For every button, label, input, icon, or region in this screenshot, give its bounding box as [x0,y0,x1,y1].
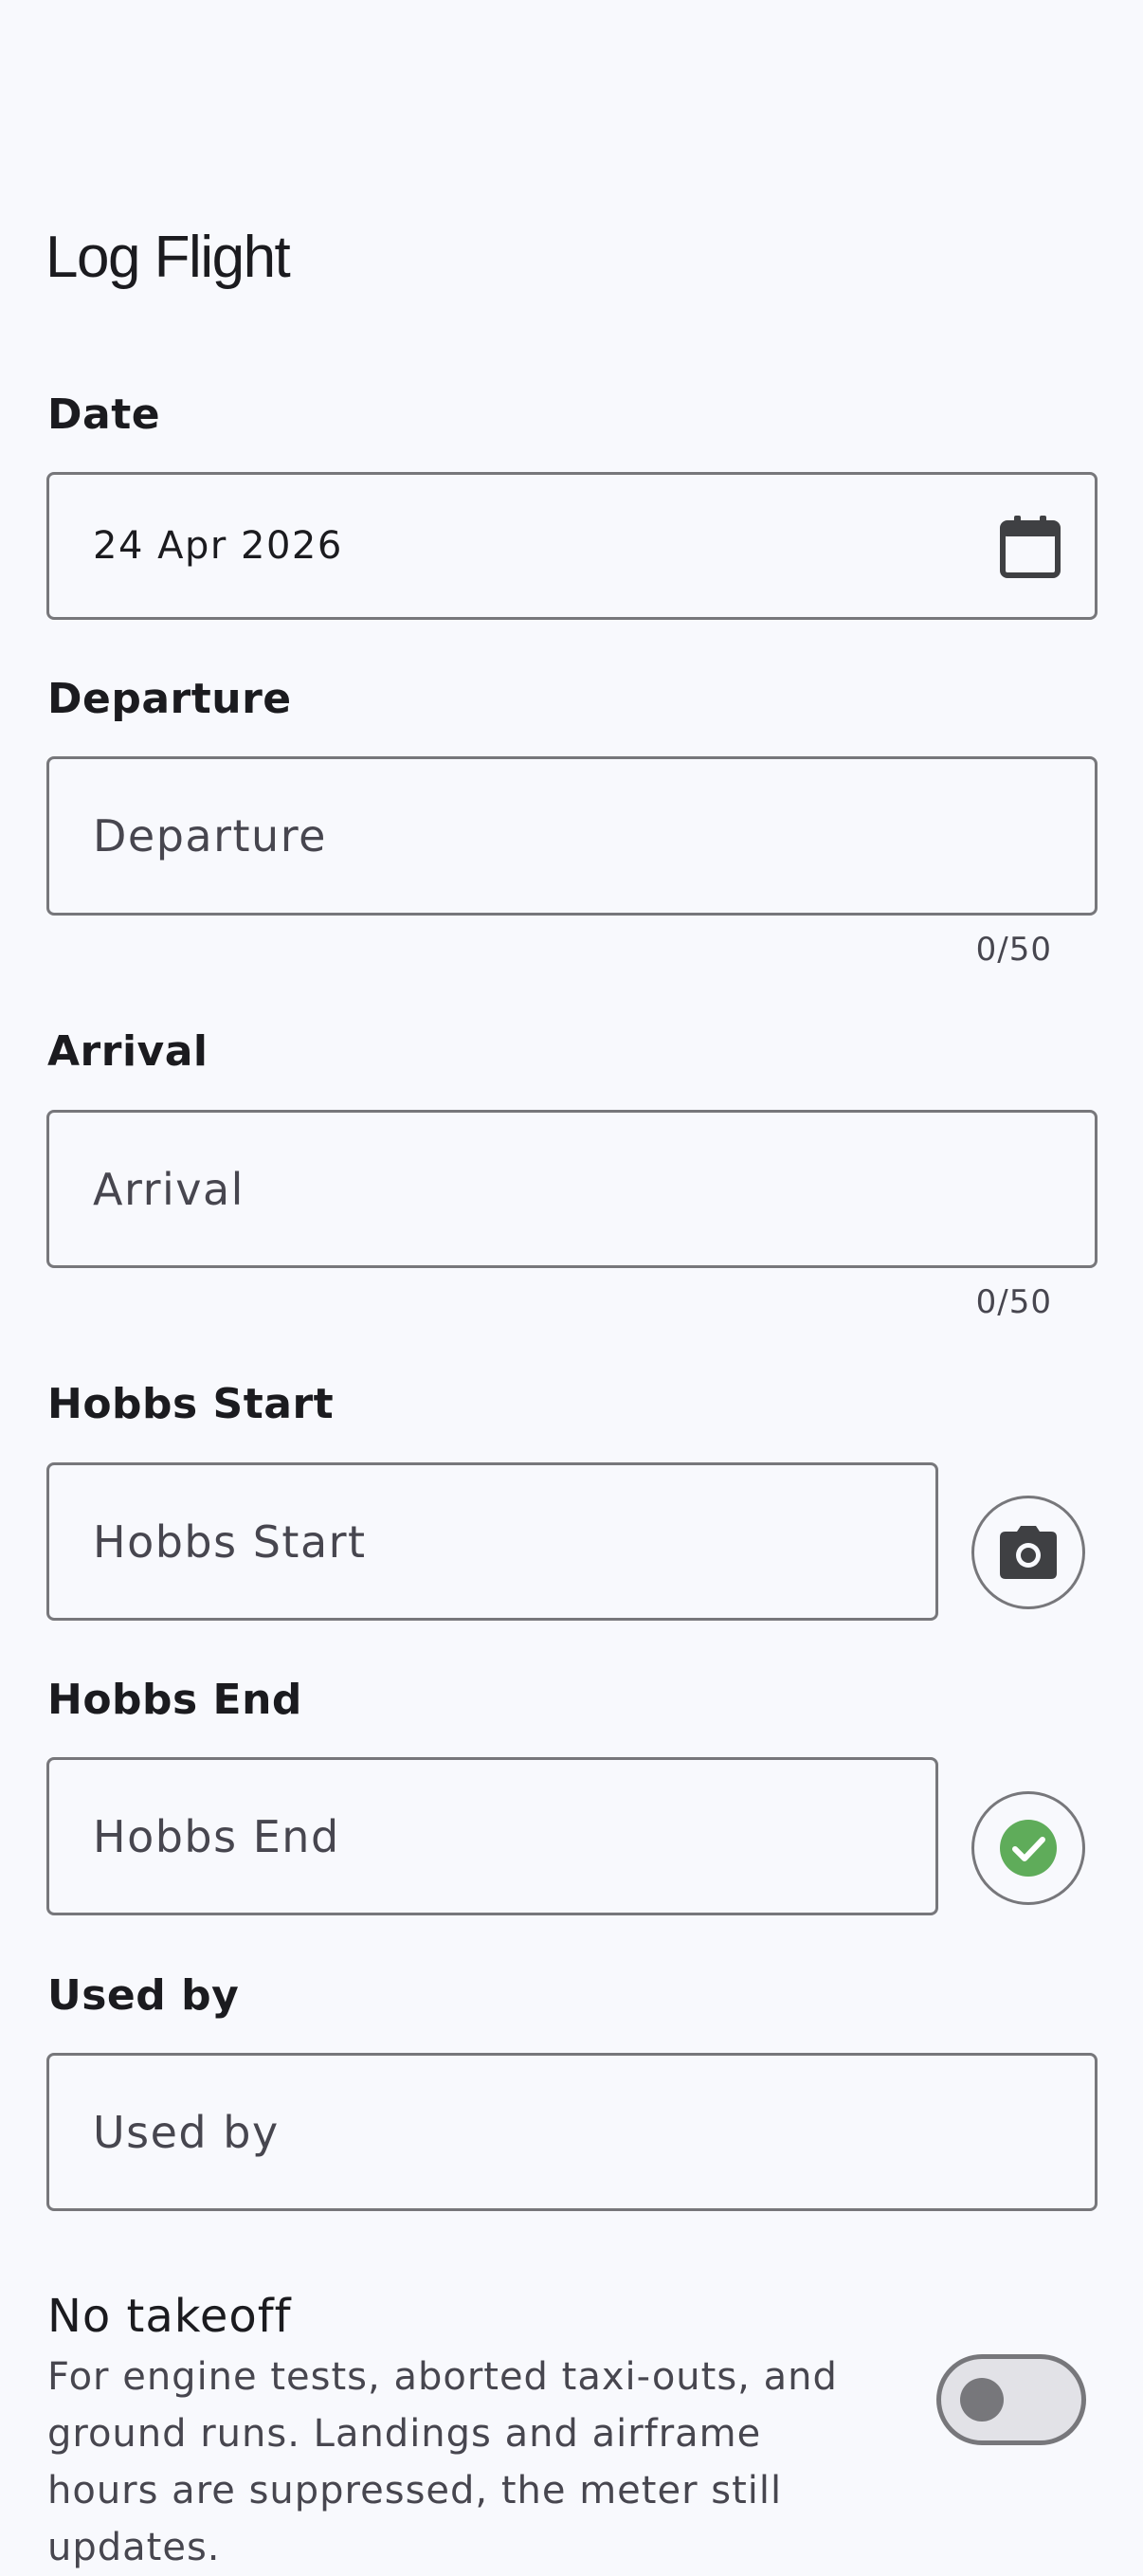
hobbs-start-input[interactable]: Hobbs Start [46,1462,938,1621]
page-title: Log Flight [45,225,291,290]
no-takeoff-title: No takeoff [47,2290,292,2343]
departure-char-counter: 0/50 [975,931,1052,969]
departure-label: Departure [47,675,292,723]
camera-icon [1000,1526,1057,1579]
departure-placeholder: Departure [93,810,327,862]
used-by-label: Used by [47,1971,240,2020]
arrival-char-counter: 0/50 [975,1283,1052,1321]
used-by-placeholder: Used by [93,2106,280,2158]
used-by-input[interactable]: Used by [46,2053,1098,2211]
toggle-knob [960,2378,1004,2422]
departure-input[interactable]: Departure [46,756,1098,916]
check-circle-icon [1000,1820,1057,1877]
hobbs-end-placeholder: Hobbs End [93,1810,340,1862]
hobbs-start-placeholder: Hobbs Start [93,1515,367,1568]
hobbs-start-label: Hobbs Start [47,1380,335,1428]
hobbs-end-confirm-button[interactable] [971,1791,1085,1905]
date-label: Date [47,390,161,439]
date-field[interactable]: 24 Apr 2026 [46,472,1098,620]
date-value: 24 Apr 2026 [93,524,343,568]
no-takeoff-toggle[interactable] [936,2354,1086,2445]
arrival-input[interactable]: Arrival [46,1110,1098,1268]
calendar-icon[interactable] [1000,514,1061,578]
arrival-placeholder: Arrival [93,1163,245,1215]
hobbs-end-input[interactable]: Hobbs End [46,1757,938,1915]
hobbs-start-camera-button[interactable] [971,1496,1085,1609]
hobbs-end-label: Hobbs End [47,1676,302,1724]
arrival-label: Arrival [47,1027,209,1076]
no-takeoff-description: For engine tests, aborted taxi-outs, and… [47,2355,838,2569]
